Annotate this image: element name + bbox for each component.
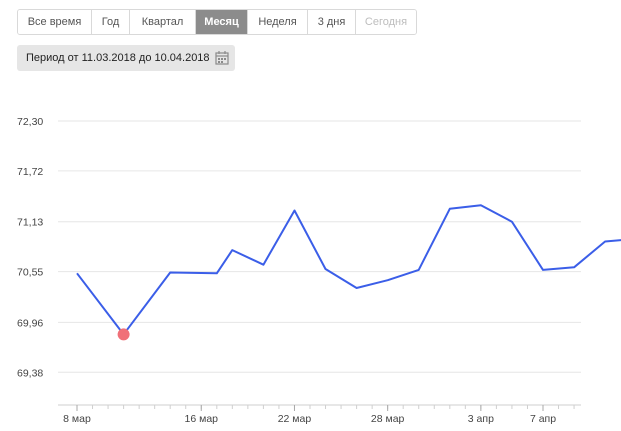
x-tick-label: 28 мар [371, 413, 405, 425]
y-tick-label: 72,30 [17, 116, 43, 128]
y-tick-label: 69,38 [17, 367, 43, 379]
y-tick-label: 69,96 [17, 317, 43, 329]
min-point-marker [117, 328, 130, 341]
series-line [76, 204, 621, 336]
x-tick-label: 3 апр [468, 413, 494, 425]
line-chart: 72,30 71,72 71,13 70,55 69,96 69,38 8 мар 16 ма… [17, 116, 621, 425]
x-tick-label: 8 мар [63, 413, 91, 425]
x-tick-label: 22 мар [278, 413, 312, 425]
x-tick-label: 7 апр [530, 413, 556, 425]
y-tick-label: 71,72 [17, 166, 43, 178]
y-tick-label: 71,13 [17, 217, 43, 229]
x-tick-label: 16 мар [185, 413, 219, 425]
y-tick-label: 70,55 [17, 267, 43, 279]
